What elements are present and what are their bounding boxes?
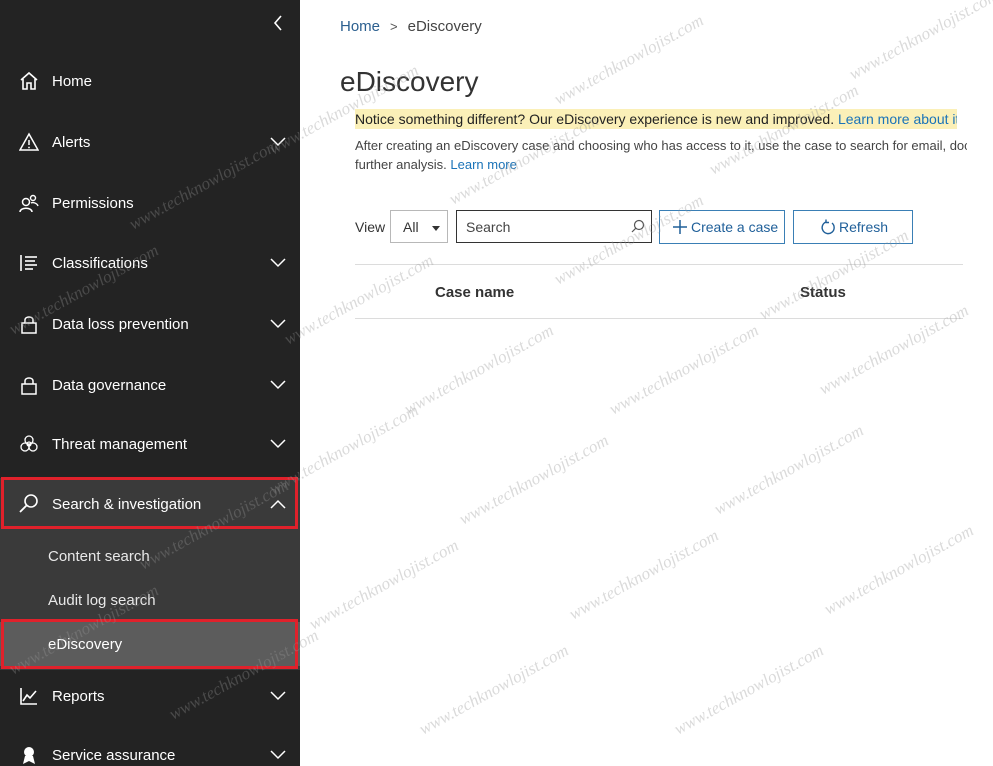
sidebar-item-permissions[interactable]: Permissions bbox=[0, 177, 300, 229]
cases-table: Case name Status bbox=[355, 264, 963, 319]
view-filter-value: All bbox=[403, 218, 419, 235]
learn-more-link[interactable]: Learn more bbox=[450, 157, 516, 172]
sidebar-subitem-ediscovery[interactable]: eDiscovery bbox=[0, 622, 300, 666]
description-line-2: further analysis. Learn more bbox=[355, 155, 967, 174]
description-line-text: further analysis. bbox=[355, 157, 447, 172]
sidebar-item-threat-management[interactable]: Threat management bbox=[0, 418, 300, 470]
alert-icon bbox=[18, 131, 40, 153]
permissions-icon bbox=[18, 192, 40, 214]
search-box bbox=[456, 210, 652, 243]
chevron-down-icon bbox=[270, 258, 286, 268]
home-icon bbox=[18, 70, 40, 92]
breadcrumb: Home > eDiscovery bbox=[340, 18, 482, 35]
chevron-left-icon bbox=[273, 15, 282, 31]
breadcrumb-separator: > bbox=[390, 19, 398, 34]
sidebar-subitem-label: Audit log search bbox=[48, 591, 156, 609]
sidebar-item-label: Data loss prevention bbox=[52, 315, 189, 333]
sidebar-item-alerts[interactable]: Alerts bbox=[0, 116, 300, 168]
sidebar-item-label: Home bbox=[52, 72, 93, 90]
sidebar-item-label: Classifications bbox=[52, 254, 148, 272]
sidebar-subitem-content-search[interactable]: Content search bbox=[0, 534, 300, 578]
search-icon bbox=[18, 493, 40, 515]
refresh-icon bbox=[820, 219, 836, 235]
ribbon-icon bbox=[18, 744, 40, 766]
refresh-label: Refresh bbox=[839, 219, 889, 235]
chevron-up-icon bbox=[270, 499, 286, 509]
search-icon[interactable] bbox=[631, 219, 645, 233]
sidebar-item-label: Service assurance bbox=[52, 746, 176, 764]
sidebar-item-label: Permissions bbox=[52, 194, 134, 212]
sidebar-item-reports[interactable]: Reports bbox=[0, 670, 300, 722]
page-description: After creating an eDiscovery case and ch… bbox=[355, 136, 967, 174]
create-case-button[interactable]: Create a case bbox=[659, 210, 785, 244]
chevron-down-icon bbox=[270, 319, 286, 329]
sidebar-item-label: Data governance bbox=[52, 376, 167, 394]
plus-icon bbox=[672, 219, 688, 235]
search-input[interactable] bbox=[457, 218, 617, 235]
notice-text: Notice something different? Our eDiscove… bbox=[355, 111, 835, 127]
sidebar-item-home[interactable]: Home bbox=[0, 55, 300, 107]
sidebar-item-search-investigation[interactable]: Search & investigation bbox=[0, 478, 300, 530]
sidebar-item-label: Reports bbox=[52, 687, 105, 705]
column-header-case-name[interactable]: Case name bbox=[435, 284, 514, 301]
page-title: eDiscovery bbox=[340, 66, 479, 97]
view-filter-dropdown[interactable]: All bbox=[390, 210, 448, 243]
chevron-down-icon bbox=[270, 439, 286, 449]
biohazard-icon bbox=[18, 433, 40, 455]
sidebar-item-label: Search & investigation bbox=[52, 495, 202, 513]
main-content: Home > eDiscovery eDiscovery Notice some… bbox=[300, 0, 993, 766]
sidebar-item-classifications[interactable]: Classifications bbox=[0, 237, 300, 289]
chevron-down-icon bbox=[270, 380, 286, 390]
lock-icon bbox=[18, 313, 40, 335]
description-line: After creating an eDiscovery case and ch… bbox=[355, 138, 967, 153]
refresh-button[interactable]: Refresh bbox=[793, 210, 913, 244]
sidebar-item-label: Alerts bbox=[52, 133, 91, 151]
sidebar-item-data-governance[interactable]: Data governance bbox=[0, 359, 300, 411]
create-case-label: Create a case bbox=[691, 219, 779, 235]
list-icon bbox=[18, 252, 40, 274]
sidebar-subitem-label: eDiscovery bbox=[48, 635, 123, 653]
notice-banner: Notice something different? Our eDiscove… bbox=[355, 109, 957, 129]
sidebar-item-service-assurance[interactable]: Service assurance bbox=[0, 729, 300, 766]
sidebar-item-data-loss-prevention[interactable]: Data loss prevention bbox=[0, 298, 300, 350]
lock-icon bbox=[18, 374, 40, 396]
sidebar-subitem-audit-log-search[interactable]: Audit log search bbox=[0, 578, 300, 622]
breadcrumb-current: eDiscovery bbox=[407, 18, 482, 35]
chart-icon bbox=[18, 685, 40, 707]
sidebar-subitem-label: Content search bbox=[48, 547, 150, 565]
notice-learn-more-link[interactable]: Learn more about it bbox=[838, 111, 957, 127]
submenu-search-investigation: Content search Audit log search eDiscove… bbox=[0, 530, 300, 670]
chevron-down-icon bbox=[270, 750, 286, 760]
view-label: View bbox=[355, 219, 386, 235]
sidebar-nav: Home Alerts Permissions Classifications … bbox=[0, 0, 300, 766]
sidebar-item-label: Threat management bbox=[52, 435, 188, 453]
chevron-down-icon bbox=[270, 137, 286, 147]
chevron-down-icon bbox=[270, 691, 286, 701]
caret-down-icon bbox=[432, 226, 440, 231]
collapse-nav-button[interactable] bbox=[266, 10, 290, 36]
column-header-status[interactable]: Status bbox=[800, 284, 846, 301]
breadcrumb-home-link[interactable]: Home bbox=[340, 18, 380, 35]
table-header: Case name Status bbox=[355, 264, 963, 319]
